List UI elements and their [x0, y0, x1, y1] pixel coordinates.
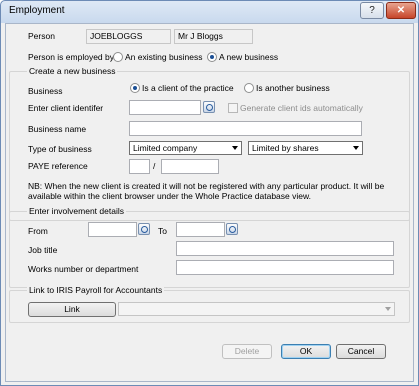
client-id-input[interactable]	[129, 100, 201, 115]
client-of-practice-radio-label[interactable]: Is a client of the practice	[142, 83, 234, 93]
new-business-group-title: Create a new business	[27, 66, 118, 76]
paye-number-input[interactable]	[161, 159, 219, 174]
type-of-business-label: Type of business	[28, 144, 92, 154]
paye-office-input[interactable]	[129, 159, 150, 174]
business-type-select[interactable]: Limited company	[129, 141, 242, 155]
new-client-note: NB: When the new client is created it wi…	[28, 181, 385, 201]
business-type-value: Limited company	[133, 143, 198, 153]
employed-by-label: Person is employed by	[28, 52, 114, 62]
generate-ids-label[interactable]: Generate client ids automatically	[240, 103, 363, 113]
new-business-radio-label[interactable]: A new business	[219, 52, 278, 62]
business-label: Business	[28, 86, 63, 96]
from-label: From	[28, 226, 48, 236]
ok-button[interactable]: OK	[281, 344, 331, 359]
link-button[interactable]: Link	[28, 302, 116, 317]
close-button[interactable]: ✕	[386, 2, 416, 19]
job-title-label: Job title	[28, 245, 58, 255]
to-label: To	[158, 226, 167, 236]
generate-ids-checkbox[interactable]	[228, 103, 238, 113]
client-id-lookup-icon[interactable]	[203, 101, 215, 113]
person-code-field: JOEBLOGGS	[86, 29, 171, 44]
delete-button[interactable]: Delete	[222, 344, 272, 359]
chevron-down-icon	[232, 146, 238, 150]
business-name-label: Business name	[28, 124, 87, 134]
job-title-input[interactable]	[176, 241, 394, 256]
person-label: Person	[28, 31, 55, 41]
person-name: Mr J Bloggs	[178, 31, 223, 41]
another-business-radio-label[interactable]: Is another business	[256, 83, 330, 93]
person-name-field: Mr J Bloggs	[174, 29, 253, 44]
help-button[interactable]: ?	[360, 2, 384, 19]
title-bar: Employment ? ✕	[1, 1, 418, 22]
new-business-radio[interactable]	[207, 52, 217, 62]
paye-separator: /	[153, 161, 156, 171]
business-name-input[interactable]	[129, 121, 362, 136]
paye-reference-label: PAYE reference	[28, 161, 88, 171]
another-business-radio[interactable]	[244, 83, 254, 93]
payroll-group-title: Link to IRIS Payroll for Accountants	[27, 285, 165, 295]
dialog-body: Person JOEBLOGGS Mr J Bloggs Person is e…	[5, 23, 414, 382]
involvement-group-title: Enter involvement details	[27, 206, 126, 216]
business-subtype-select[interactable]: Limited by shares	[248, 141, 363, 155]
business-subtype-value: Limited by shares	[252, 143, 319, 153]
payroll-link-select[interactable]	[118, 302, 395, 316]
from-date-input[interactable]	[88, 222, 137, 237]
employment-dialog: Employment ? ✕ Person JOEBLOGGS Mr J Blo…	[0, 0, 419, 386]
cancel-button[interactable]: Cancel	[336, 344, 386, 359]
chevron-down-icon	[353, 146, 359, 150]
from-date-lookup-icon[interactable]	[138, 223, 150, 235]
client-of-practice-radio[interactable]	[130, 83, 140, 93]
existing-business-radio[interactable]	[113, 52, 123, 62]
chevron-down-icon	[385, 307, 391, 311]
client-id-label: Enter client identifer	[28, 103, 104, 113]
works-number-label: Works number or department	[28, 264, 139, 274]
window-title: Employment	[9, 5, 65, 16]
to-date-input[interactable]	[176, 222, 225, 237]
existing-business-radio-label[interactable]: An existing business	[125, 52, 203, 62]
works-number-input[interactable]	[176, 260, 394, 275]
to-date-lookup-icon[interactable]	[226, 223, 238, 235]
person-code: JOEBLOGGS	[90, 31, 143, 41]
